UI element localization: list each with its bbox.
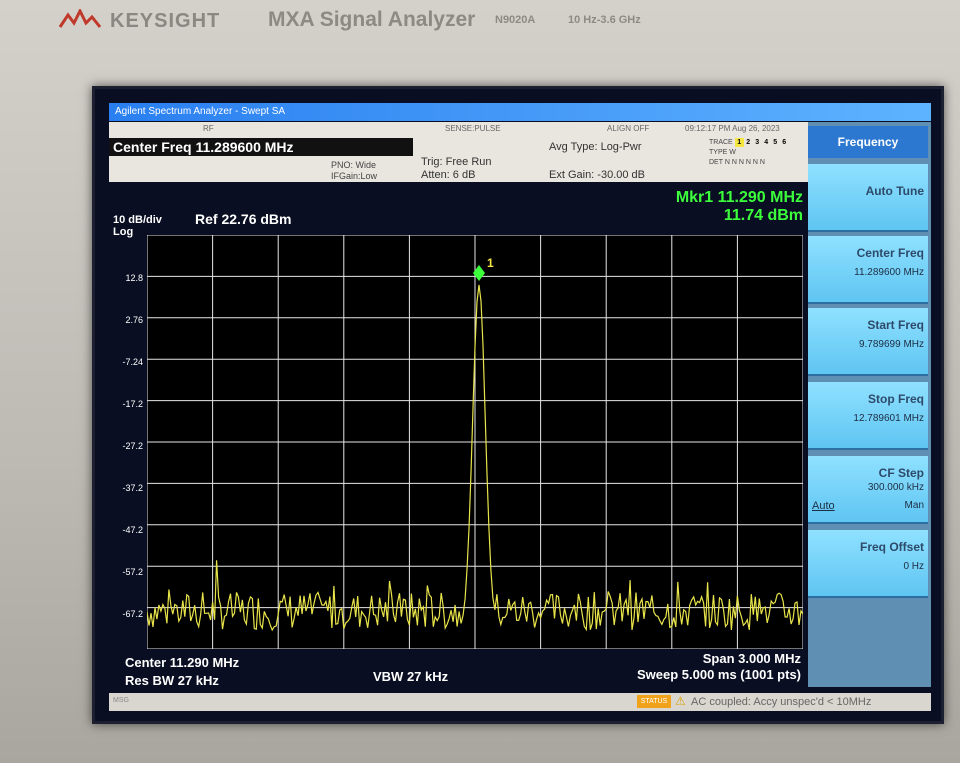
marker-id: 1 xyxy=(487,256,494,270)
window-title: Agilent Spectrum Analyzer - Swept SA xyxy=(109,103,931,121)
y-label: 12.8 xyxy=(125,273,143,283)
brand-name: KEYSIGHT xyxy=(110,9,221,32)
avg-type: Avg Type: Log-Pwr xyxy=(549,141,642,153)
marker-readout: Mkr1 11.290 MHz 11.74 dBm xyxy=(635,189,803,225)
ref-level: Ref 22.76 dBm xyxy=(195,211,292,227)
atten-setting: Atten: 6 dB xyxy=(421,169,476,181)
center-freq-readout[interactable]: Center Freq 11.289600 MHz xyxy=(109,138,413,156)
align-indicator: ALIGN OFF xyxy=(607,124,650,133)
footer-res-bw: Res BW 27 kHz xyxy=(125,673,219,688)
footer-span: Span 3.000 MHz xyxy=(702,651,801,666)
softkey-label: Freq Offset xyxy=(859,540,924,554)
softkey-label: Stop Freq xyxy=(868,392,924,406)
freq-offset-button[interactable]: Freq Offset 0 Hz xyxy=(808,530,928,598)
message-bar: MSG STATUS ⚠ AC coupled: Accy unspec'd <… xyxy=(109,693,931,711)
marker-freq: Mkr1 11.290 MHz xyxy=(675,189,803,206)
analyzer-screen: Agilent Spectrum Analyzer - Swept SA RF … xyxy=(92,86,944,724)
trace-numbers: 123456 xyxy=(734,138,789,147)
brand: KEYSIGHT xyxy=(58,6,220,36)
cf-step-man: Man xyxy=(904,500,924,511)
softkey-label: CF Step xyxy=(878,466,924,480)
trace-label: TRACE xyxy=(709,139,733,146)
status-chip[interactable]: STATUS xyxy=(637,695,671,708)
softkey-value: 9.789699 MHz xyxy=(858,339,924,350)
stop-freq-button[interactable]: Stop Freq 12.789601 MHz xyxy=(808,382,928,450)
sense-indicator: SENSE:PULSE xyxy=(445,124,501,133)
softkey-panel: Frequency Auto Tune Center Freq 11.28960… xyxy=(808,122,931,687)
model-number: N9020A xyxy=(495,14,536,26)
freq-range: 10 Hz-3.6 GHz xyxy=(568,14,641,26)
footer-sweep: Sweep 5.000 ms (1001 pts) xyxy=(636,667,801,682)
status-row: RF SENSE:PULSE ALIGN OFF 09:12:17 PM Aug… xyxy=(109,122,809,136)
start-freq-button[interactable]: Start Freq 9.789699 MHz xyxy=(808,308,928,376)
softkey-menu-title: Frequency xyxy=(808,126,928,158)
spectrum-plot[interactable]: 1 xyxy=(147,235,803,649)
trigger-setting: Trig: Free Run xyxy=(421,156,492,168)
y-label: 2.76 xyxy=(125,315,143,325)
ifgain-setting: IFGain:Low xyxy=(331,171,378,181)
marker-amp: 11.74 dBm xyxy=(723,207,803,224)
pno-setting: PNO: Wide xyxy=(331,160,377,170)
y-label: -47.2 xyxy=(122,525,143,535)
y-label: -27.2 xyxy=(122,441,143,451)
softkey-label: Center Freq xyxy=(856,246,924,260)
ext-gain: Ext Gain: -30.00 dB xyxy=(549,169,645,181)
warning-icon: ⚠ xyxy=(675,694,686,708)
timestamp: 09:12:17 PM Aug 26, 2023 xyxy=(685,124,780,133)
y-axis-labels: 12.8 2.76 -7.24 -17.2 -27.2 -37.2 -47.2 … xyxy=(109,235,147,649)
cf-step-auto: Auto xyxy=(812,500,835,512)
rf-indicator: RF xyxy=(203,124,214,133)
footer-vbw: VBW 27 kHz xyxy=(373,669,449,684)
softkey-value: 11.289600 MHz xyxy=(854,267,924,278)
auto-tune-button[interactable]: Auto Tune xyxy=(808,164,928,232)
y-label: -67.2 xyxy=(122,609,143,619)
trace-indicator: TRACE 123456 TYPE W DET N N N N N N xyxy=(709,138,789,168)
type-values: W xyxy=(729,149,736,156)
center-freq-button[interactable]: Center Freq 11.289600 MHz xyxy=(808,236,928,304)
cf-step-button[interactable]: CF Step 300.000 kHz Auto Man xyxy=(808,456,928,524)
softkey-value: 0 Hz xyxy=(903,561,924,572)
softkey-label: Auto Tune xyxy=(865,184,924,198)
settings-header: Center Freq 11.289600 MHz PNO: Wide IFGa… xyxy=(109,136,809,182)
softkey-value: 12.789601 MHz xyxy=(853,413,924,424)
keysight-logo-icon xyxy=(58,9,102,28)
y-label: -7.24 xyxy=(122,357,143,367)
y-label: -37.2 xyxy=(122,483,143,493)
softkey-value: 300.000 kHz xyxy=(867,482,924,493)
msg-label: MSG xyxy=(113,697,129,704)
status-message: AC coupled: Accy unspec'd < 10MHz xyxy=(691,696,872,708)
model-title: MXA Signal Analyzer xyxy=(268,8,476,31)
y-label: -57.2 xyxy=(122,567,143,577)
footer-center: Center 11.290 MHz xyxy=(125,655,240,670)
det-label: DET xyxy=(709,159,723,166)
det-values: N N N N N N xyxy=(724,159,765,166)
scale-per-div: 10 dB/div xyxy=(113,214,162,226)
softkey-label: Start Freq xyxy=(867,318,924,332)
y-label: -17.2 xyxy=(122,399,143,409)
type-label: TYPE xyxy=(709,149,728,156)
